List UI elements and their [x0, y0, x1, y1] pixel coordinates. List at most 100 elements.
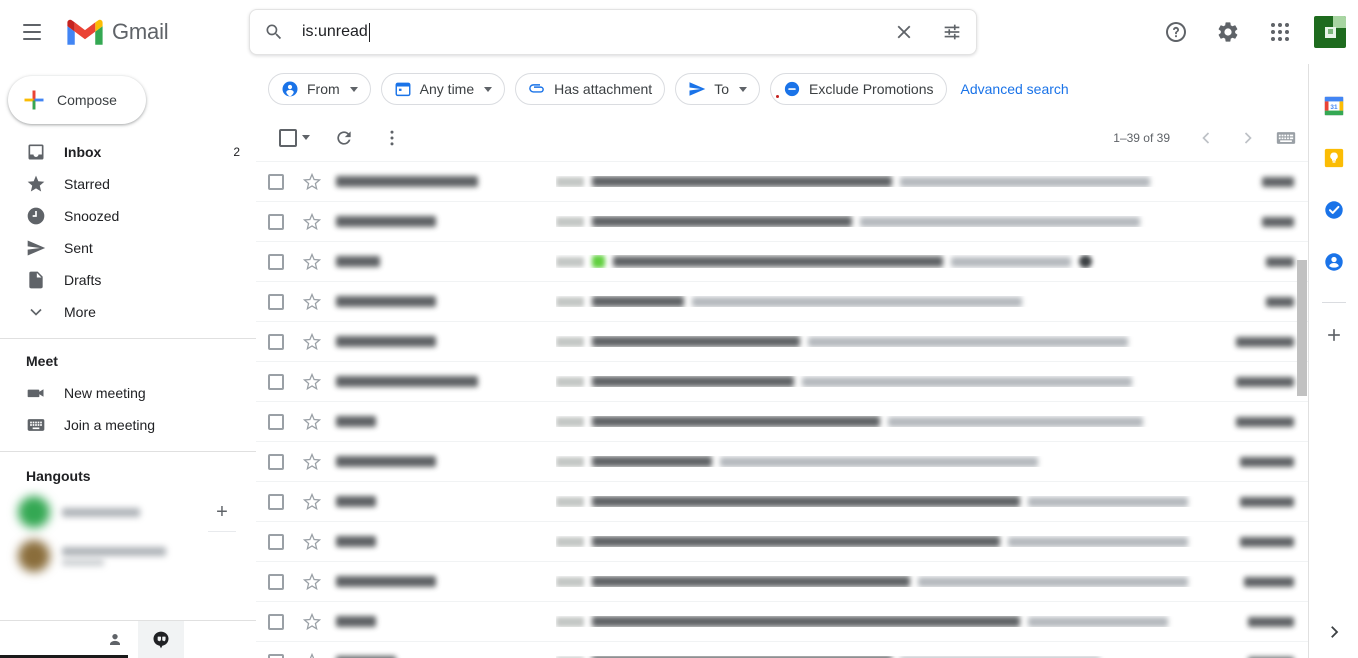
scrollbar-thumb[interactable] [1297, 260, 1307, 396]
sidebar-item-snoozed[interactable]: Snoozed [0, 200, 256, 232]
sidebar-item-inbox[interactable]: Inbox 2 [0, 136, 256, 168]
row-sender [328, 256, 556, 267]
help-button[interactable] [1152, 8, 1200, 56]
table-row[interactable] [256, 442, 1308, 482]
row-checkbox[interactable] [256, 293, 296, 310]
row-star-button[interactable] [296, 412, 328, 431]
star-icon [303, 172, 321, 190]
row-checkbox[interactable] [256, 653, 296, 658]
select-options-chevron-down-icon[interactable] [302, 135, 310, 140]
row-star-button[interactable] [296, 252, 328, 271]
row-star-button[interactable] [296, 292, 328, 311]
refresh-button[interactable] [324, 118, 364, 158]
row-star-button[interactable] [296, 452, 328, 471]
input-tools-button[interactable] [1276, 130, 1300, 146]
chip-has-attachment[interactable]: Has attachment [515, 73, 666, 105]
row-sender [328, 376, 556, 387]
row-label-tag [556, 616, 584, 627]
keyboard-icon [26, 415, 46, 435]
row-checkbox[interactable] [256, 573, 296, 590]
advanced-search-link[interactable]: Advanced search [961, 81, 1069, 97]
chip-label: Any time [419, 81, 475, 97]
list-item[interactable]: + [0, 490, 256, 534]
row-star-button[interactable] [296, 532, 328, 551]
expand-panel-button[interactable] [1314, 612, 1354, 652]
sidebar-item-new-meeting[interactable]: New meeting [0, 377, 256, 409]
search-options-button[interactable] [928, 9, 976, 55]
sidebar-item-label: Drafts [64, 272, 102, 288]
table-row[interactable] [256, 362, 1308, 402]
chip-exclude-promotions[interactable]: Exclude Promotions [770, 73, 947, 105]
sidebar-tab-contacts[interactable] [92, 621, 138, 658]
sidebar-item-sent[interactable]: Sent [0, 232, 256, 264]
chip-label: To [714, 81, 729, 97]
star-icon [309, 652, 315, 658]
row-checkbox[interactable] [256, 453, 296, 470]
chip-any-time[interactable]: Any time [380, 73, 506, 105]
sidebar-bottom-tabs [0, 620, 256, 658]
settings-button[interactable] [1204, 8, 1252, 56]
table-row[interactable] [256, 602, 1308, 642]
table-row[interactable] [256, 402, 1308, 442]
add-contact-button[interactable]: + [212, 502, 232, 522]
checkbox-unchecked-icon [268, 293, 284, 310]
sidebar-item-starred[interactable]: Starred [0, 168, 256, 200]
row-checkbox[interactable] [256, 373, 296, 390]
google-contacts-button[interactable] [1314, 242, 1354, 282]
google-keep-button[interactable] [1314, 138, 1354, 178]
row-checkbox[interactable] [256, 613, 296, 630]
account-avatar[interactable] [1314, 16, 1346, 48]
chip-from[interactable]: From [268, 73, 371, 105]
hamburger-menu-icon[interactable] [8, 8, 56, 56]
chevron-down-icon [739, 86, 747, 92]
table-row[interactable] [256, 242, 1308, 282]
row-star-button[interactable] [296, 492, 328, 511]
row-checkbox[interactable] [256, 413, 296, 430]
row-checkbox[interactable] [256, 173, 296, 190]
sidebar-item-more[interactable]: More [0, 296, 256, 328]
clear-search-button[interactable] [880, 9, 928, 55]
row-star-button[interactable] [296, 172, 328, 191]
row-star-button[interactable] [296, 572, 328, 591]
table-row[interactable] [256, 282, 1308, 322]
gmail-m-logo-icon [67, 19, 103, 45]
list-scrollbar[interactable] [1296, 260, 1308, 658]
sidebar-tab-hangouts[interactable] [138, 620, 184, 658]
google-calendar-button[interactable]: 31 [1314, 86, 1354, 126]
sidebar-item-drafts[interactable]: Drafts [0, 264, 256, 296]
search-input[interactable]: is:unread [298, 22, 880, 42]
table-row[interactable] [256, 322, 1308, 362]
google-apps-button[interactable] [1256, 8, 1304, 56]
table-row[interactable] [256, 642, 1308, 658]
row-inline-icon [592, 255, 605, 268]
row-star-button[interactable] [296, 212, 328, 231]
table-row[interactable] [256, 562, 1308, 602]
gmail-logo-brand[interactable]: Gmail [64, 16, 169, 48]
row-checkbox[interactable] [256, 533, 296, 550]
row-star-button[interactable] [296, 332, 328, 351]
sidebar-item-join-meeting[interactable]: Join a meeting [0, 409, 256, 441]
row-checkbox[interactable] [256, 493, 296, 510]
compose-button[interactable]: Compose [8, 76, 146, 124]
row-star-button[interactable] [296, 612, 328, 631]
table-row[interactable] [256, 522, 1308, 562]
search-bar[interactable]: is:unread [249, 9, 977, 55]
next-page-button[interactable] [1228, 118, 1268, 158]
list-item[interactable] [0, 534, 256, 578]
row-checkbox[interactable] [256, 253, 296, 270]
row-star-button[interactable] [296, 372, 328, 391]
more-options-button[interactable] [372, 118, 412, 158]
row-checkbox[interactable] [256, 333, 296, 350]
table-row[interactable] [256, 482, 1308, 522]
search-icon[interactable] [250, 9, 298, 55]
contact-name-redacted [62, 507, 140, 517]
prev-page-button[interactable] [1186, 118, 1226, 158]
table-row[interactable] [256, 162, 1308, 202]
chip-to[interactable]: To [675, 73, 760, 105]
add-addon-button[interactable] [1314, 315, 1354, 355]
row-star-button[interactable] [296, 652, 328, 658]
google-tasks-button[interactable] [1314, 190, 1354, 230]
table-row[interactable] [256, 202, 1308, 242]
row-subject [556, 376, 1224, 387]
row-checkbox[interactable] [256, 213, 296, 230]
